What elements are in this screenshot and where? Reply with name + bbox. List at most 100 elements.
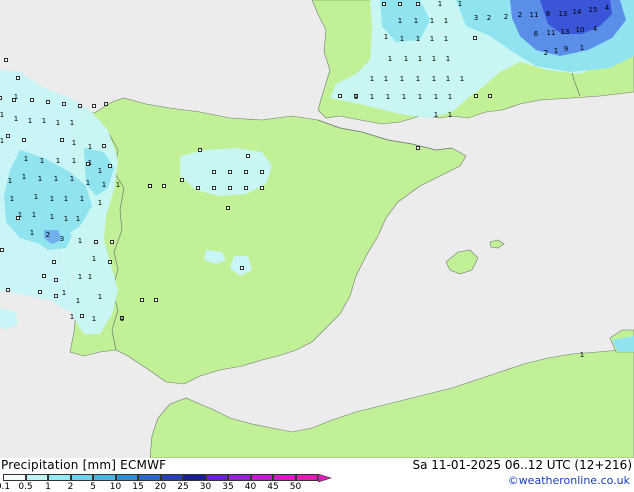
- precip-value-label: 1: [88, 159, 92, 167]
- precip-value-label: 1: [416, 35, 420, 43]
- scale-swatch: [250, 474, 273, 481]
- precip-value-label: 1: [384, 75, 388, 83]
- trace-marker: [42, 274, 46, 278]
- precip-value-label: 1: [580, 44, 584, 52]
- precip-value-label: 1: [42, 117, 46, 125]
- scale-tick-label: 35: [222, 482, 234, 492]
- precip-value-label: 1: [434, 93, 438, 101]
- precip-value-label: 3: [60, 235, 64, 243]
- precip-value-label: 1: [444, 35, 448, 43]
- precip-value-label: 1: [404, 55, 408, 63]
- precip-value-label: 1: [444, 17, 448, 25]
- precip-value-label: 6: [534, 30, 539, 38]
- precip-value-label: 1: [416, 75, 420, 83]
- scale-swatch: [228, 474, 251, 481]
- precip-value-label: 1: [86, 179, 90, 187]
- precip-value-label: 1: [430, 35, 434, 43]
- precip-value-label: 1: [62, 289, 66, 297]
- map-title: Precipitation [mm] ECMWF: [1, 458, 167, 472]
- precip-value-label: 1: [354, 93, 358, 101]
- precip-value-label: 1: [30, 229, 34, 237]
- trace-marker: [6, 134, 10, 138]
- trace-marker: [54, 278, 58, 282]
- precip-value-label: 1: [370, 93, 374, 101]
- precip-value-label: 10: [576, 26, 585, 34]
- precip-value-label: 1: [448, 111, 452, 119]
- precip-value-label: 1: [418, 55, 422, 63]
- precip-value-label: 1: [72, 157, 76, 165]
- map-canvas: 1 11 1 1 11 1 1 1 11 1 1 1 11 1 1 1 1 1 11 1 1 1 1 1 11 11 1 1 1 11 11…: [0, 0, 634, 458]
- precip-value-label: 1: [102, 181, 106, 189]
- scale-tick-label: 30: [199, 482, 212, 492]
- trace-marker: [22, 138, 26, 142]
- trace-marker: [94, 240, 98, 244]
- scale-tick-label: 45: [267, 482, 279, 492]
- scale-tick-label: 50: [289, 482, 302, 492]
- scale-swatch: [273, 474, 296, 481]
- precip-value-label: 1: [88, 273, 92, 281]
- trace-marker: [228, 170, 232, 174]
- trace-marker: [30, 98, 34, 102]
- trace-marker: [244, 170, 248, 174]
- precip-value-label: 14: [573, 8, 582, 16]
- precip-value-label: 1: [32, 211, 36, 219]
- trace-marker: [110, 240, 114, 244]
- trace-marker: [102, 144, 106, 148]
- trace-marker: [382, 2, 386, 6]
- precip-value-label: 1: [430, 17, 434, 25]
- map-footer: Precipitation [mm] ECMWF Sa 11-01-2025 0…: [0, 458, 634, 492]
- scale-tick-label: 2: [67, 482, 74, 492]
- precip-value-label: 1: [56, 119, 60, 127]
- precip-value-label: 4: [605, 4, 610, 12]
- precip-value-label: 2: [518, 11, 522, 19]
- trace-marker: [104, 102, 108, 106]
- precip-value-label: 1: [98, 199, 102, 207]
- precip-value-label: 1: [434, 111, 438, 119]
- trace-marker: [212, 186, 216, 190]
- trace-marker: [226, 206, 230, 210]
- trace-marker: [108, 260, 112, 264]
- precip-value-label: 1: [28, 117, 32, 125]
- scale-swatch: [25, 474, 48, 481]
- precip-value-label: 4: [593, 25, 598, 33]
- precip-value-label: 1: [386, 93, 390, 101]
- precip-value-label: 11: [547, 29, 556, 37]
- precip-value-label: 1: [34, 193, 38, 201]
- precip-value-label: 1: [70, 313, 74, 321]
- trace-marker: [488, 94, 492, 98]
- precip-value-label: 1: [432, 55, 436, 63]
- precip-value-label: 1: [38, 175, 42, 183]
- trace-marker: [474, 94, 478, 98]
- precip-value-label: 1: [398, 17, 402, 25]
- precip-value-label: 1: [8, 177, 12, 185]
- precip-value-label: 1: [80, 195, 84, 203]
- trace-marker: [92, 104, 96, 108]
- scale-tick-label: 40: [244, 482, 257, 492]
- precip-value-label: 1: [0, 111, 4, 119]
- precip-value-label: 1: [88, 143, 92, 151]
- scale-tick-label: 15: [132, 482, 144, 492]
- trace-marker: [244, 186, 248, 190]
- trace-marker: [62, 102, 66, 106]
- precip-value-label: 1: [10, 195, 14, 203]
- precip-value-label: 1: [72, 139, 76, 147]
- scale-swatch: [295, 474, 318, 481]
- precip-value-label: 1: [78, 237, 82, 245]
- precip-value-label: 1: [446, 55, 450, 63]
- scale-swatch: [3, 474, 26, 481]
- precip-value-label: 1: [460, 75, 464, 83]
- precip-value-label: 1: [22, 173, 26, 181]
- precip-value-label: 1: [18, 211, 22, 219]
- precip-value-label: 1: [554, 47, 558, 55]
- trace-marker: [38, 290, 42, 294]
- trace-marker: [162, 184, 166, 188]
- trace-marker: [246, 154, 250, 158]
- precip-value-label: 1: [64, 215, 68, 223]
- precip-value-label: 1: [432, 75, 436, 83]
- scale-tick-label: 5: [90, 482, 96, 492]
- precip-value-label: 1: [78, 273, 82, 281]
- credit-link[interactable]: ©weatheronline.co.uk: [508, 474, 630, 487]
- trace-marker: [196, 186, 200, 190]
- precip-value-label: 1: [448, 93, 452, 101]
- precip-value-label: 1: [120, 315, 124, 323]
